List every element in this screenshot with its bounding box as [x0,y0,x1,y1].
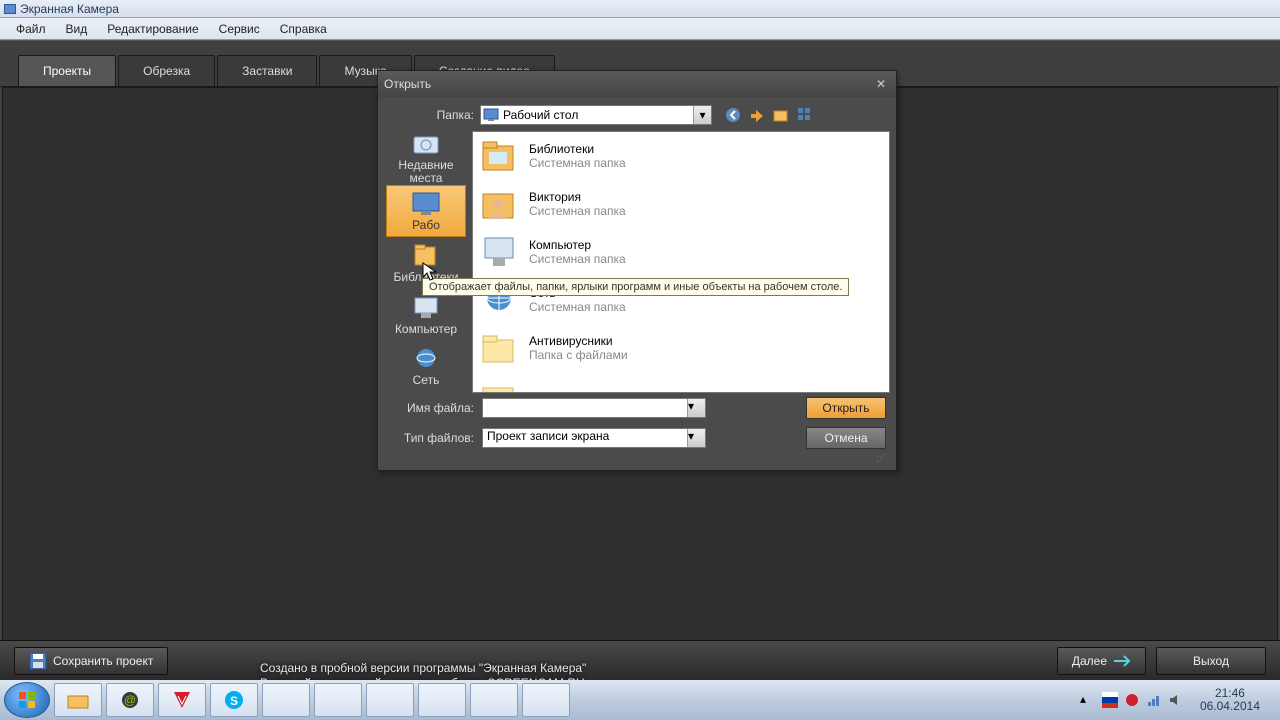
tray-icon[interactable]: ▴ [1080,692,1096,708]
filetype-combo[interactable]: Проект записи экрана▾ [482,428,706,448]
filename-label: Имя файла: [388,401,474,415]
tray-network-icon[interactable] [1146,692,1162,708]
save-icon [29,652,47,670]
svg-text:@: @ [124,693,136,707]
menu-help[interactable]: Справка [270,19,337,39]
taskbar-item[interactable] [262,683,310,717]
dialog-title: Открыть [384,77,431,91]
start-button[interactable] [4,682,50,718]
tray-flag-icon[interactable] [1102,692,1118,708]
file-list[interactable]: БиблиотекиСистемная папка ВикторияСистем… [472,131,890,393]
taskbar-clock[interactable]: 21:46 06.04.2014 [1190,687,1270,713]
taskbar-item[interactable] [314,683,362,717]
computer-icon [479,232,519,272]
desktop-icon [483,108,499,122]
window-titlebar: Экранная Камера [0,0,1280,18]
up-icon[interactable] [748,106,766,124]
menu-edit[interactable]: Редактирование [97,19,208,39]
new-folder-icon[interactable] [772,106,790,124]
tab-intros[interactable]: Заставки [217,55,317,86]
user-folder-icon [479,184,519,224]
filename-input[interactable]: ▾ [482,398,706,418]
tab-crop[interactable]: Обрезка [118,55,215,86]
folder-dropdown-button[interactable]: ▾ [693,106,711,124]
cancel-button[interactable]: Отмена [806,427,886,449]
arrow-right-icon [1113,655,1131,667]
folder-icon [479,328,519,368]
place-computer[interactable]: Компьютер [386,289,466,341]
taskbar-skype[interactable]: S [210,683,258,717]
dialog-close-button[interactable]: ✕ [872,76,890,92]
filename-dropdown[interactable]: ▾ [687,399,705,417]
open-button[interactable]: Открыть [806,397,886,419]
file-item[interactable] [473,372,889,392]
taskbar-item[interactable] [366,683,414,717]
tab-projects[interactable]: Проекты [18,55,116,86]
back-icon[interactable] [724,106,742,124]
next-button[interactable]: Далее [1057,647,1146,675]
taskbar-item[interactable] [418,683,466,717]
svg-text:S: S [230,694,238,708]
taskbar: @ S ▴ 21:46 06.04.2014 [0,680,1280,720]
menu-file[interactable]: Файл [6,19,56,39]
file-item[interactable]: АнтивирусникиПапка с файлами [473,324,889,372]
folder-label: Папка: [388,108,474,122]
taskbar-kaspersky[interactable] [158,683,206,717]
exit-button[interactable]: Выход [1156,647,1266,675]
folder-icon [479,376,519,392]
file-item[interactable]: КомпьютерСистемная папка [473,228,889,276]
folder-combo[interactable]: Рабочий стол ▾ [480,105,712,125]
menu-view[interactable]: Вид [56,19,98,39]
places-bar: Недавние места Рабо Отображает файлы, па… [384,131,468,393]
taskbar-app[interactable]: @ [106,683,154,717]
libraries-icon [479,136,519,176]
system-tray: ▴ 21:46 06.04.2014 [1080,687,1276,713]
filetype-dropdown[interactable]: ▾ [687,429,705,447]
taskbar-item[interactable] [470,683,518,717]
filetype-label: Тип файлов: [388,431,474,445]
dialog-toolbar [724,106,814,124]
taskbar-item[interactable] [522,683,570,717]
windows-logo-icon [16,689,38,711]
place-tooltip: Отображает файлы, папки, ярлыки программ… [422,278,849,296]
place-desktop[interactable]: Рабо Отображает файлы, папки, ярлыки про… [386,185,466,237]
file-item[interactable]: ВикторияСистемная папка [473,180,889,228]
place-recent[interactable]: Недавние места [386,131,466,185]
file-item[interactable]: БиблиотекиСистемная папка [473,132,889,180]
window-title: Экранная Камера [20,2,119,16]
tray-icon[interactable] [1124,692,1140,708]
menu-service[interactable]: Сервис [209,19,270,39]
save-project-button[interactable]: Сохранить проект [14,647,168,675]
tray-volume-icon[interactable] [1168,692,1184,708]
view-menu-icon[interactable] [796,106,814,124]
place-network[interactable]: Сеть [386,341,466,393]
resize-grip[interactable]: ⋰ [384,453,890,464]
taskbar-explorer[interactable] [54,683,102,717]
menu-bar: Файл Вид Редактирование Сервис Справка [0,18,1280,40]
dialog-titlebar[interactable]: Открыть ✕ [378,71,896,97]
open-file-dialog: Открыть ✕ Папка: Рабочий стол ▾ Недавние… [377,70,897,471]
app-icon [4,4,16,14]
folder-value: Рабочий стол [503,108,578,122]
